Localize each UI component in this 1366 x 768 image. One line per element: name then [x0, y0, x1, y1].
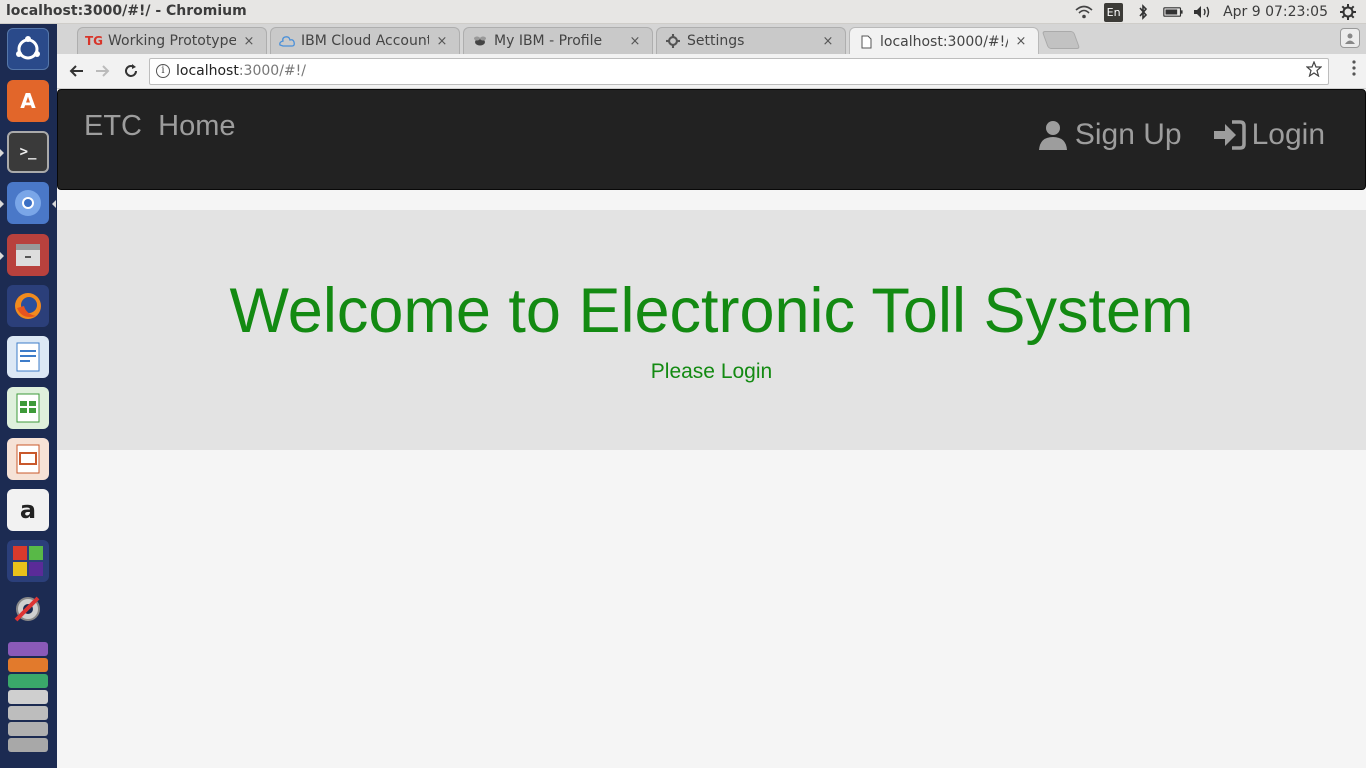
menu-dots-icon[interactable] [1352, 60, 1356, 80]
tab-ibm-cloud[interactable]: IBM Cloud Account × [270, 27, 460, 54]
close-icon[interactable]: × [435, 34, 449, 49]
tab-localhost[interactable]: localhost:3000/#!/ × [849, 27, 1039, 55]
tab-label: IBM Cloud Account [301, 33, 429, 49]
software-center-icon[interactable]: A [7, 80, 49, 122]
profile-icon[interactable] [1340, 28, 1360, 48]
brand-home[interactable]: Home [158, 110, 235, 142]
back-arrow-icon[interactable] [65, 60, 87, 82]
navbar-brand[interactable]: ETC Home [84, 110, 235, 143]
close-icon[interactable]: × [821, 34, 835, 49]
tg-favicon-icon: TG [84, 34, 104, 48]
amazon-icon[interactable]: a [7, 489, 49, 531]
login-icon [1212, 120, 1246, 150]
close-icon[interactable]: × [242, 34, 256, 49]
tab-my-ibm-profile[interactable]: My IBM - Profile × [463, 27, 653, 54]
browser-toolbar: i localhost:3000/#!/ [57, 54, 1366, 89]
navbar: ETC Home Sign Up Login [57, 89, 1366, 190]
window-title: localhost:3000/#!/ - Chromium [6, 3, 247, 19]
login-label: Login [1251, 118, 1325, 151]
url-text[interactable]: localhost:3000/#!/ [176, 63, 306, 79]
hero-jumbotron: Welcome to Electronic Toll System Please… [57, 210, 1366, 450]
unity-webapps-icon[interactable] [7, 540, 49, 582]
gear-icon[interactable] [1338, 2, 1358, 22]
close-icon[interactable]: × [1014, 34, 1028, 49]
ubuntu-dash-icon[interactable] [7, 28, 49, 70]
launcher: A >_ a [0, 24, 57, 768]
new-tab-button[interactable] [1041, 31, 1081, 49]
signup-link[interactable]: Sign Up [1037, 118, 1182, 152]
web-page: ETC Home Sign Up Login Welcome to Electr… [57, 89, 1366, 768]
calc-icon[interactable] [7, 387, 49, 429]
tab-label: My IBM - Profile [494, 33, 603, 49]
hero-title: Welcome to Electronic Toll System [229, 276, 1194, 346]
hero-subtitle: Please Login [650, 360, 773, 383]
writer-icon[interactable] [7, 336, 49, 378]
terminal-icon[interactable]: >_ [7, 131, 49, 173]
bee-icon [472, 33, 488, 49]
system-settings-icon[interactable] [7, 588, 49, 630]
brand-etc[interactable]: ETC [84, 110, 142, 142]
language-indicator[interactable]: En [1104, 2, 1124, 22]
close-icon[interactable]: × [628, 34, 642, 49]
user-icon [1037, 119, 1069, 151]
tab-strip: TG Working Prototype × IBM Cloud Account… [57, 24, 1366, 55]
system-tray: En Apr 9 07:23:05 [1074, 2, 1358, 22]
chromium-icon[interactable] [7, 182, 49, 224]
bookmark-star-icon[interactable] [1305, 60, 1323, 82]
tab-label: Working Prototype [108, 33, 236, 49]
firefox-icon[interactable] [7, 285, 49, 327]
signup-label: Sign Up [1074, 118, 1182, 151]
files-icon[interactable] [7, 234, 49, 276]
gear-icon [665, 33, 681, 49]
tab-working-prototype[interactable]: TG Working Prototype × [77, 27, 267, 54]
info-icon[interactable]: i [156, 64, 170, 78]
login-link[interactable]: Login [1212, 118, 1325, 152]
volume-icon[interactable] [1193, 2, 1213, 22]
page-icon [858, 34, 874, 50]
clock[interactable]: Apr 9 07:23:05 [1223, 4, 1328, 20]
top-panel: localhost:3000/#!/ - Chromium En Apr 9 0… [0, 0, 1366, 24]
bluetooth-icon[interactable] [1133, 2, 1153, 22]
launcher-app-stack[interactable] [7, 632, 49, 762]
impress-icon[interactable] [7, 438, 49, 480]
wifi-icon[interactable] [1074, 2, 1094, 22]
reload-icon[interactable] [120, 60, 142, 82]
tab-settings[interactable]: Settings × [656, 27, 846, 54]
address-bar[interactable]: i localhost:3000/#!/ [149, 58, 1329, 85]
navbar-right: Sign Up Login [1037, 118, 1325, 152]
battery-icon[interactable] [1163, 2, 1183, 22]
forward-arrow-icon[interactable] [92, 60, 114, 82]
cloud-icon [279, 33, 295, 49]
tab-label: localhost:3000/#!/ [880, 33, 1008, 50]
tab-label: Settings [687, 33, 745, 49]
